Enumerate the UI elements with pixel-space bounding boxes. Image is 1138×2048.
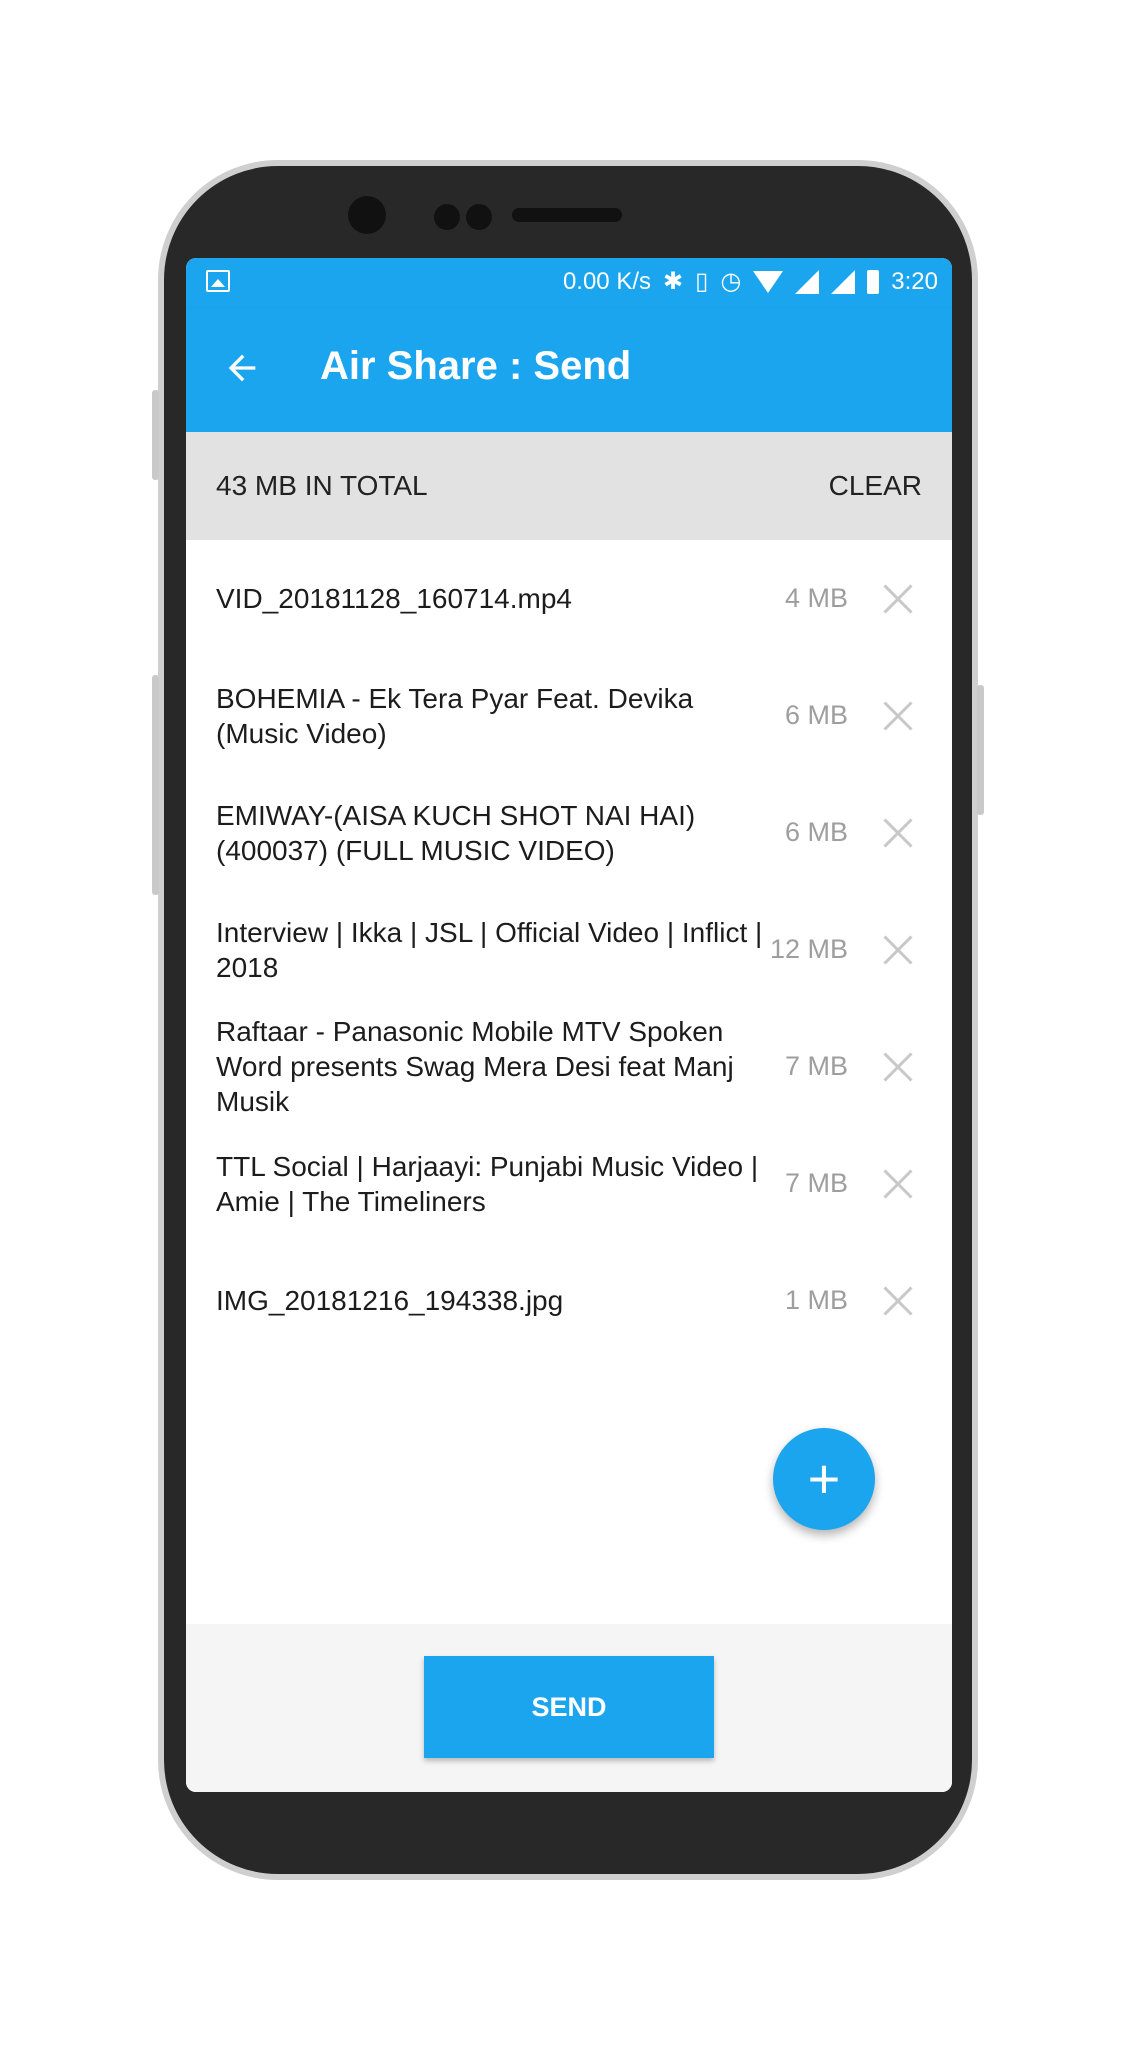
list-item: BOHEMIA - Ek Tera Pyar Feat. Devika (Mus… [186,657,952,774]
close-icon[interactable] [880,932,916,968]
screen: 0.00 K/s ✱ ▯ ◷ 3:20 Air Share : Send 43 … [186,258,952,1792]
add-file-button[interactable]: + [773,1428,875,1530]
file-size: 6 MB [784,817,848,847]
close-icon[interactable] [880,1283,916,1319]
wifi-icon [753,271,784,293]
alarm-icon: ◷ [720,268,742,295]
clock: 3:20 [891,268,938,295]
file-size: 6 MB [784,700,848,730]
file-name: BOHEMIA - Ek Tera Pyar Feat. Devika (Mus… [216,682,694,749]
list-item: VID_20181128_160714.mp4 4 MB [186,540,952,657]
close-icon[interactable] [880,581,916,617]
vibrate-icon: ▯ [695,268,709,295]
earpiece-speaker [512,208,622,222]
status-icons: 0.00 K/s ✱ ▯ ◷ 3:20 [563,268,938,296]
arrow-left-icon[interactable] [222,348,262,388]
network-speed: 0.00 K/s [562,268,651,295]
signal-icon [831,270,856,294]
phone-button-left-bottom [152,675,159,895]
file-name: TTL Social | Harjaayi: Punjabi Music Vid… [216,1150,759,1217]
sensor [466,204,492,230]
page-title: Air Share : Send [320,344,632,388]
signal-r-icon [795,270,820,294]
front-camera [348,196,386,234]
list-item: Interview | Ikka | JSL | Official Video … [186,891,952,1008]
status-bar: 0.00 K/s ✱ ▯ ◷ 3:20 [186,258,952,308]
plus-icon: + [807,1447,841,1510]
total-size: 43 MB IN TOTAL [216,470,428,501]
phone-button-right [977,685,984,815]
sensor [434,204,460,230]
battery-icon [867,270,880,294]
file-size: 7 MB [784,1051,848,1081]
file-size: 1 MB [784,1285,848,1315]
close-icon[interactable] [880,698,916,734]
close-icon[interactable] [880,1166,916,1202]
list-item: EMIWAY-(AISA KUCH SHOT NAI HAI) (400037)… [186,774,952,891]
phone-button-left-top [152,390,159,480]
bluetooth-icon: ✱ [663,268,684,295]
close-icon[interactable] [880,1049,916,1085]
file-name: Interview | Ikka | JSL | Official Video … [216,916,763,983]
list-item: TTL Social | Harjaayi: Punjabi Music Vid… [186,1125,952,1242]
file-size: 12 MB [769,934,848,964]
close-icon[interactable] [880,815,916,851]
list-item: IMG_20181216_194338.jpg 1 MB [186,1242,952,1359]
list-item: Raftaar - Panasonic Mobile MTV Spoken Wo… [186,1008,952,1125]
clear-button[interactable]: CLEAR [829,470,922,502]
app-bar: Air Share : Send [186,308,952,432]
file-name: EMIWAY-(AISA KUCH SHOT NAI HAI) (400037)… [216,799,696,866]
file-name: VID_20181128_160714.mp4 [216,583,573,614]
image-icon [206,270,230,292]
send-button[interactable]: SEND [424,1656,714,1758]
file-name: IMG_20181216_194338.jpg [216,1285,564,1316]
summary-bar: 43 MB IN TOTAL CLEAR [186,432,952,540]
file-size: 7 MB [784,1168,848,1198]
file-list: VID_20181128_160714.mp4 4 MB BOHEMIA - E… [186,540,952,1359]
file-size: 4 MB [784,583,848,613]
file-name: Raftaar - Panasonic Mobile MTV Spoken Wo… [216,1016,734,1117]
